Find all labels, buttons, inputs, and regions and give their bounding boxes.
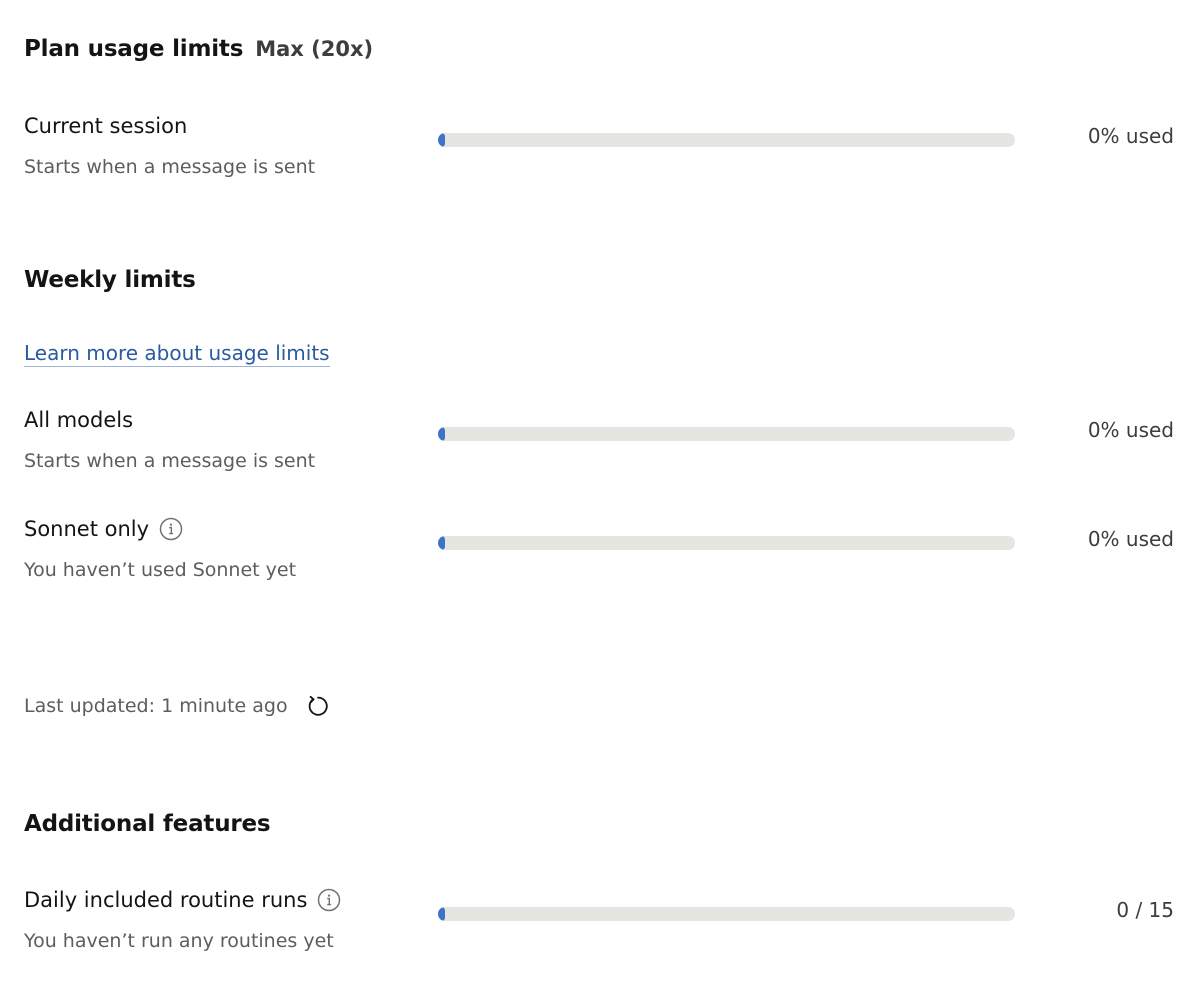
current-session-label: Current session: [24, 114, 187, 138]
usage-row-all-models: All models Starts when a message is sent…: [0, 408, 1200, 488]
routine-runs-subtitle: You haven’t run any routines yet: [24, 930, 334, 952]
weekly-limits-title: Weekly limits: [24, 267, 196, 293]
learn-more-usage-limits-link[interactable]: Learn more about usage limits: [24, 341, 330, 367]
info-icon[interactable]: [317, 888, 341, 912]
usage-row-sonnet-only: Sonnet only You haven’t used Sonnet yet …: [0, 517, 1200, 597]
sonnet-only-label: Sonnet only: [24, 517, 183, 541]
all-models-usage-text: 0% used: [1087, 418, 1174, 442]
sonnet-only-subtitle: You haven’t used Sonnet yet: [24, 559, 297, 581]
sonnet-only-progress-bar: [438, 536, 1015, 550]
plan-badge: Max (20x): [255, 37, 374, 61]
sonnet-only-label-text: Sonnet only: [24, 517, 150, 541]
current-session-progress-fill: [438, 133, 445, 147]
last-updated: Last updated: 1 minute ago: [24, 692, 332, 720]
current-session-usage-text: 0% used: [1087, 124, 1174, 148]
additional-features-title: Additional features: [24, 811, 271, 837]
refresh-icon[interactable]: [304, 692, 332, 720]
info-icon[interactable]: [159, 517, 183, 541]
usage-row-current-session: Current session Starts when a message is…: [0, 114, 1200, 194]
routine-runs-label: Daily included routine runs: [24, 888, 341, 912]
sonnet-only-progress-fill: [438, 536, 445, 550]
plan-usage-header: Plan usage limits Max (20x): [24, 36, 373, 62]
routine-runs-progress-bar: [438, 907, 1015, 921]
all-models-progress-bar: [438, 427, 1015, 441]
current-session-progress-bar: [438, 133, 1015, 147]
routine-runs-progress-fill: [438, 907, 445, 921]
usage-row-routine-runs: Daily included routine runs You haven’t …: [0, 888, 1200, 968]
page-title: Plan usage limits: [24, 36, 244, 62]
all-models-label-text: All models: [24, 408, 134, 432]
routine-runs-label-text: Daily included routine runs: [24, 888, 308, 912]
last-updated-text: Last updated: 1 minute ago: [24, 695, 288, 717]
current-session-label-text: Current session: [24, 114, 188, 138]
current-session-subtitle: Starts when a message is sent: [24, 156, 316, 178]
all-models-progress-fill: [438, 427, 445, 441]
all-models-subtitle: Starts when a message is sent: [24, 450, 316, 472]
routine-runs-usage-text: 0 / 15: [1116, 898, 1174, 922]
usage-settings-page: Plan usage limits Max (20x) Current sess…: [0, 0, 1200, 994]
all-models-label: All models: [24, 408, 133, 432]
sonnet-only-usage-text: 0% used: [1087, 527, 1174, 551]
